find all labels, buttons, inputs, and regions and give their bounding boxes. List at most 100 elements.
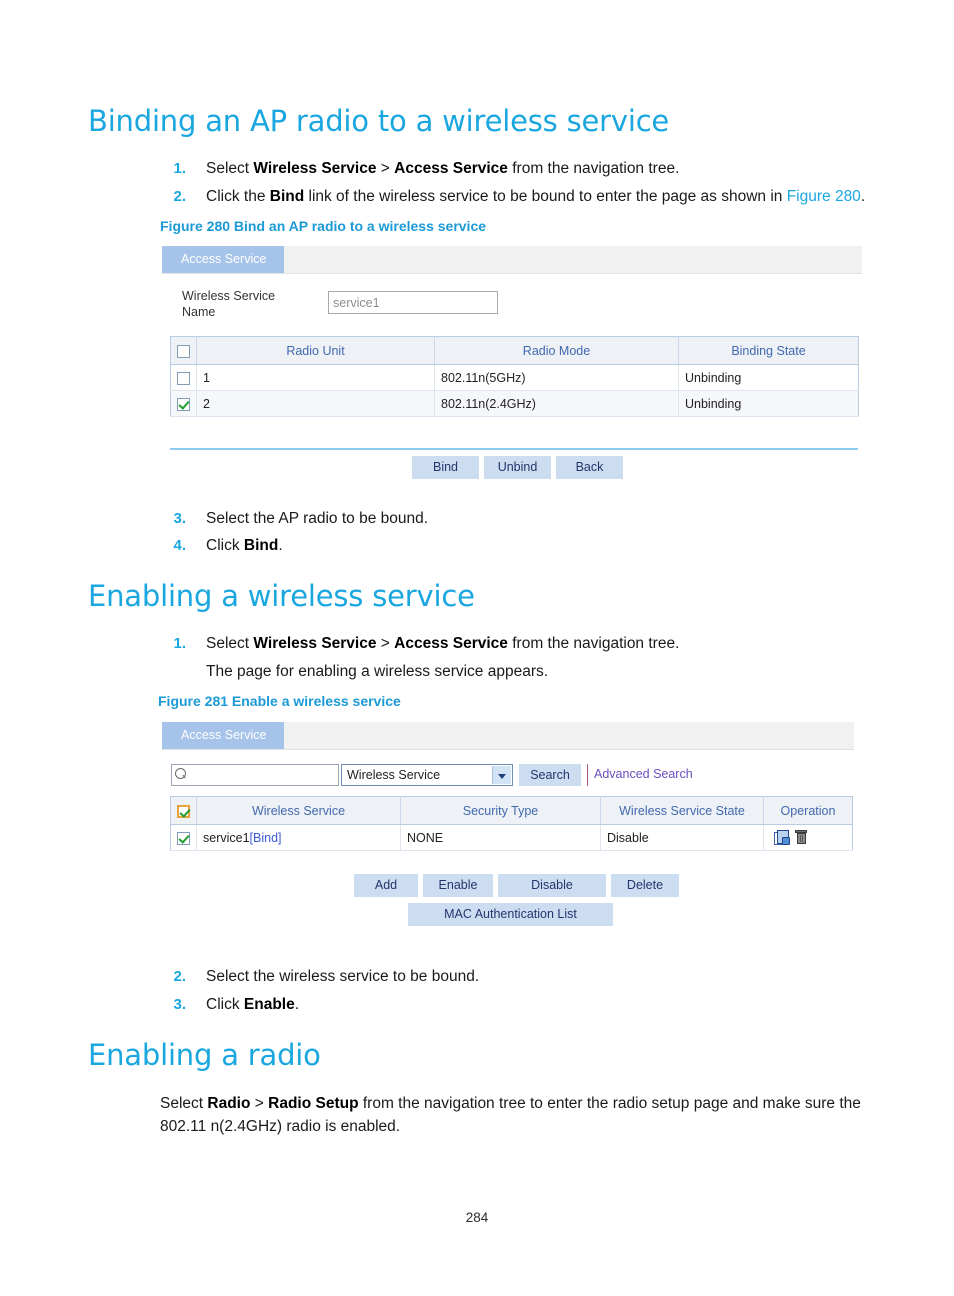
cell-security-type: NONE	[400, 824, 601, 851]
tab-access-service[interactable]: Access Service	[162, 722, 285, 749]
step-bold-access-service: Access Service	[394, 635, 508, 652]
divider	[587, 764, 588, 786]
select-all-header-cell[interactable]	[170, 796, 197, 825]
step-text-tail: .	[278, 537, 283, 554]
step-text: Click	[206, 996, 244, 1013]
label-line-2: Name	[182, 305, 216, 319]
select-all-header-cell[interactable]	[170, 336, 197, 365]
col-security-type[interactable]: Security Type	[400, 796, 601, 825]
col-wireless-service-state[interactable]: Wireless Service State	[600, 796, 764, 825]
enabling-service-note: The page for enabling a wireless service…	[206, 663, 549, 680]
figure-280-crossref-link[interactable]: Figure 280	[787, 188, 861, 205]
search-scope-value: Wireless Service	[347, 768, 441, 782]
label-line-1: Wireless Service	[182, 289, 276, 303]
row-select-cell[interactable]	[170, 364, 197, 391]
select-all-checkbox[interactable]	[177, 344, 190, 358]
row-checkbox[interactable]	[177, 397, 190, 411]
page-title-enabling-radio: Enabling a radio	[88, 1038, 321, 1072]
table-row[interactable]: service1[Bind] NONE Disable	[170, 824, 853, 851]
search-icon	[175, 768, 186, 779]
step-text-tail: .	[294, 996, 300, 1013]
search-input-wrapper[interactable]	[171, 764, 339, 786]
tabbar: Access Service	[162, 246, 862, 274]
cell-operation	[763, 824, 853, 851]
bind-link[interactable]: [Bind]	[250, 831, 282, 845]
cell-binding-state: Unbinding	[678, 364, 859, 391]
col-wireless-service[interactable]: Wireless Service	[196, 796, 401, 825]
step-text-tail: .	[860, 188, 866, 205]
step-text-tail: from the navigation tree.	[507, 160, 680, 177]
delete-icon[interactable]	[795, 830, 807, 845]
step-4-binding: 4. Click Bind.	[160, 535, 283, 557]
step-number: 3.	[173, 510, 186, 527]
step-text: Click	[206, 537, 244, 554]
page-title-enabling-service: Enabling a wireless service	[88, 579, 475, 613]
step-bold-access-service: Access Service	[394, 160, 508, 177]
step-text: Select the wireless service to be bound.	[206, 968, 480, 985]
service-name: service1	[203, 830, 250, 845]
step-3-enabling-service: 3. Click Enable.	[160, 994, 299, 1016]
radio-unit-table: Radio Unit Radio Mode Binding State 1 80…	[170, 336, 859, 417]
step-bold-bind: Bind	[269, 188, 305, 205]
cell-radio-mode: 802.11n(5GHz)	[434, 364, 679, 391]
delete-button[interactable]: Delete	[611, 874, 679, 897]
figure-280-screenshot: Access Service Wireless Service Name Rad…	[162, 246, 862, 481]
step-number: 4.	[173, 537, 186, 554]
paragraph-sep: >	[250, 1095, 269, 1112]
step-sep: >	[376, 635, 395, 652]
figure-280-caption: Figure 280 Bind an AP radio to a wireles…	[160, 218, 487, 234]
row-checkbox[interactable]	[177, 831, 190, 845]
bind-button[interactable]: Bind	[412, 456, 479, 479]
mac-authentication-list-button[interactable]: MAC Authentication List	[408, 903, 613, 926]
table-row[interactable]: 1 802.11n(5GHz) Unbinding	[170, 364, 859, 391]
cell-binding-state: Unbinding	[678, 390, 859, 417]
divider	[170, 448, 858, 450]
row-select-cell[interactable]	[170, 824, 197, 851]
step-text: Select	[206, 160, 254, 177]
copy-icon[interactable]	[774, 830, 790, 846]
step-text-tail: from the navigation tree.	[507, 635, 680, 652]
step-number: 1.	[173, 160, 186, 177]
cell-wireless-service-state: Disable	[600, 824, 764, 851]
select-all-checkbox[interactable]	[177, 804, 190, 818]
step-text: Select	[206, 635, 254, 652]
enable-button[interactable]: Enable	[423, 874, 493, 897]
col-radio-mode[interactable]: Radio Mode	[434, 336, 679, 365]
step-1-binding: 1. Select Wireless Service > Access Serv…	[160, 158, 679, 180]
step-number: 1.	[173, 635, 186, 652]
search-scope-select[interactable]: Wireless Service	[341, 764, 513, 786]
document-page: Binding an AP radio to a wireless servic…	[0, 0, 954, 1296]
tab-access-service[interactable]: Access Service	[162, 246, 285, 273]
advanced-search-link[interactable]: Advanced Search	[594, 767, 693, 781]
wireless-service-name-input[interactable]	[328, 291, 498, 314]
row-checkbox[interactable]	[177, 371, 190, 385]
step-2-binding: 2. Click the Bind link of the wireless s…	[160, 186, 865, 208]
cell-wireless-service: service1[Bind]	[196, 824, 401, 851]
figure-281-caption: Figure 281 Enable a wireless service	[158, 693, 401, 709]
bold-radio: Radio	[207, 1095, 251, 1112]
col-radio-unit[interactable]: Radio Unit	[196, 336, 435, 365]
search-button[interactable]: Search	[519, 764, 581, 786]
disable-button[interactable]: Disable	[498, 874, 606, 897]
figure-281-screenshot: Access Service Wireless Service Search A…	[162, 722, 854, 942]
back-button[interactable]: Back	[556, 456, 623, 479]
page-number: 284	[465, 1210, 489, 1225]
table-header-row: Wireless Service Security Type Wireless …	[170, 796, 853, 825]
row-select-cell[interactable]	[170, 390, 197, 417]
enabling-radio-paragraph: Select Radio > Radio Setup from the navi…	[160, 1092, 866, 1138]
step-bold-wireless-service: Wireless Service	[253, 635, 377, 652]
step-sep: >	[376, 160, 395, 177]
step-bold-wireless-service: Wireless Service	[253, 160, 377, 177]
col-operation: Operation	[763, 796, 853, 825]
col-binding-state[interactable]: Binding State	[678, 336, 859, 365]
step-text: Click the	[206, 188, 270, 205]
unbind-button[interactable]: Unbind	[484, 456, 551, 479]
table-row[interactable]: 2 802.11n(2.4GHz) Unbinding	[170, 390, 859, 417]
step-number: 2.	[173, 968, 186, 985]
add-button[interactable]: Add	[354, 874, 418, 897]
cell-radio-unit: 2	[196, 390, 435, 417]
page-title-binding: Binding an AP radio to a wireless servic…	[88, 104, 670, 138]
step-number: 2.	[173, 188, 186, 205]
wireless-service-table: Wireless Service Security Type Wireless …	[170, 796, 853, 851]
chevron-down-icon[interactable]	[492, 766, 511, 784]
